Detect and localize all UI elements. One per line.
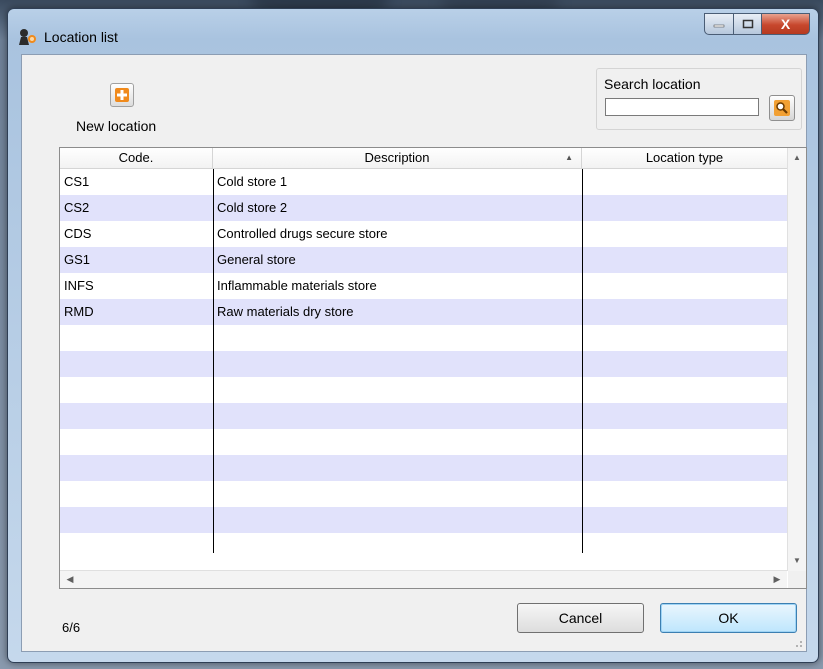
window-controls: X (704, 13, 810, 37)
scrollbar-corner (788, 571, 806, 588)
cell-code: GS1 (64, 252, 91, 267)
column-header-label: Description (364, 150, 430, 165)
cell-location-type (582, 169, 787, 195)
empty-row (60, 507, 787, 533)
empty-row (60, 325, 787, 351)
column-header-label: Location type (645, 150, 724, 165)
cell-code: INFS (64, 278, 94, 293)
column-divider (213, 169, 214, 553)
plus-icon (115, 88, 129, 102)
cell-description: General store (217, 252, 296, 267)
cell-description: Raw materials dry store (217, 304, 354, 319)
table-row[interactable]: CS2 Cold store 2 (60, 195, 787, 221)
maximize-button[interactable] (734, 13, 762, 35)
cell-code: CDS (64, 226, 92, 241)
maximize-icon (742, 19, 753, 29)
cell-location-type (582, 221, 787, 247)
scroll-left-icon[interactable]: ◀ (62, 571, 78, 588)
table-row[interactable]: INFS Inflammable materials store (60, 273, 787, 299)
close-button[interactable]: X (762, 13, 810, 35)
close-icon: X (780, 16, 791, 32)
location-table: Code. Description ▲ Location type CS1 Col… (59, 147, 807, 589)
cell-code: CS1 (64, 174, 90, 189)
resize-grip-icon[interactable] (793, 638, 803, 648)
empty-row (60, 377, 787, 403)
search-group: Search location (596, 68, 802, 130)
table-body: CS1 Cold store 1 CS2 Cold store 2 CDS Co… (60, 169, 787, 559)
column-header-label: Code. (118, 150, 154, 165)
cancel-button[interactable]: Cancel (517, 603, 644, 633)
window-title: Location list (44, 29, 118, 45)
title-bar[interactable]: Location list X (8, 9, 818, 53)
column-divider (582, 169, 583, 553)
location-list-window: Location list X New location Search loca… (7, 8, 819, 663)
column-header-code[interactable]: Code. (60, 148, 213, 168)
cell-location-type (582, 247, 787, 273)
dialog-content: New location Search location Code. Descr… (21, 54, 807, 652)
vertical-scrollbar[interactable]: ▲ ▼ (787, 148, 806, 571)
cell-location-type (582, 195, 787, 221)
new-location-button[interactable] (110, 83, 134, 107)
empty-row (60, 351, 787, 377)
sort-ascending-icon: ▲ (565, 153, 573, 162)
table-row[interactable]: RMD Raw materials dry store (60, 299, 787, 325)
search-input[interactable] (605, 98, 759, 116)
record-count: 6/6 (62, 620, 81, 635)
cell-description: Cold store 1 (217, 174, 288, 189)
column-header-description[interactable]: Description ▲ (213, 148, 582, 168)
table-row[interactable]: CDS Controlled drugs secure store (60, 221, 787, 247)
table-row[interactable]: CS1 Cold store 1 (60, 169, 787, 195)
cell-description: Controlled drugs secure store (217, 226, 388, 241)
table-header: Code. Description ▲ Location type (60, 148, 787, 169)
cell-description: Inflammable materials store (217, 278, 377, 293)
cell-code: CS2 (64, 200, 90, 215)
scroll-right-icon[interactable]: ▶ (769, 571, 785, 588)
new-location-label[interactable]: New location (76, 118, 156, 134)
cell-code: RMD (64, 304, 94, 319)
ok-button[interactable]: OK (660, 603, 797, 633)
scroll-down-icon[interactable]: ▼ (788, 553, 806, 569)
empty-row (60, 403, 787, 429)
empty-row (60, 481, 787, 507)
empty-row (60, 455, 787, 481)
cell-location-type (582, 273, 787, 299)
search-icon (774, 100, 790, 116)
empty-row (60, 533, 787, 559)
cell-location-type (582, 299, 787, 325)
minimize-button[interactable] (704, 13, 734, 35)
column-header-location-type[interactable]: Location type (582, 148, 787, 168)
horizontal-scrollbar[interactable]: ◀ ▶ (60, 570, 787, 588)
search-label: Search location (604, 76, 701, 92)
minimize-icon (713, 24, 725, 28)
app-icon (18, 26, 38, 46)
search-button[interactable] (769, 95, 795, 121)
table-row[interactable]: GS1 General store (60, 247, 787, 273)
scroll-up-icon[interactable]: ▲ (788, 150, 806, 166)
cell-description: Cold store 2 (217, 200, 288, 215)
empty-row (60, 429, 787, 455)
